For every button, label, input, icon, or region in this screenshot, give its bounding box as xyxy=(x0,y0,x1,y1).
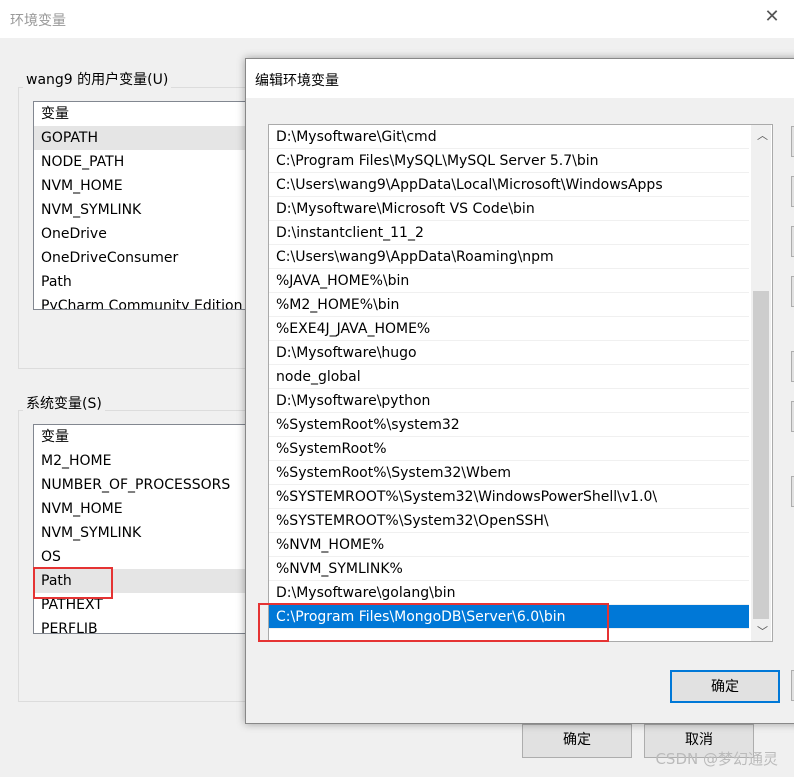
list-item[interactable]: D:\instantclient_11_2 xyxy=(269,221,749,245)
list-item[interactable]: node_global xyxy=(269,365,749,389)
list-item[interactable]: D:\Mysoftware\Git\cmd xyxy=(269,125,749,149)
scroll-down-icon[interactable]: ﹀ xyxy=(757,623,768,639)
list-item[interactable]: %SystemRoot%\system32 xyxy=(269,413,749,437)
path-list[interactable]: D:\Mysoftware\Git\cmd C:\Program Files\My… xyxy=(268,124,773,642)
list-item[interactable]: C:\Users\wang9\AppData\Roaming\npm xyxy=(269,245,749,269)
system-vars-label: 系统变量(S) xyxy=(23,393,105,413)
list-item[interactable]: %NVM_HOME% xyxy=(269,533,749,557)
highlight-box-mongodb xyxy=(258,603,609,642)
list-item[interactable]: %JAVA_HOME%\bin xyxy=(269,269,749,293)
list-item[interactable]: D:\Mysoftware\hugo xyxy=(269,341,749,365)
list-item[interactable]: %M2_HOME%\bin xyxy=(269,293,749,317)
scroll-up-icon[interactable]: ︿ xyxy=(757,127,768,143)
list-item[interactable]: C:\Program Files\MySQL\MySQL Server 5.7\… xyxy=(269,149,749,173)
list-item[interactable]: %SystemRoot% xyxy=(269,437,749,461)
list-item[interactable]: C:\Users\wang9\AppData\Local\Microsoft\W… xyxy=(269,173,749,197)
highlight-box-path xyxy=(33,567,113,599)
list-item[interactable]: %NVM_SYMLINK% xyxy=(269,557,749,581)
edit-dialog-title: 编辑环境变量 xyxy=(255,73,339,89)
list-item[interactable]: %SystemRoot%\System32\Wbem xyxy=(269,461,749,485)
scrollbar-thumb[interactable] xyxy=(753,291,769,619)
list-item[interactable]: %SYSTEMROOT%\System32\OpenSSH\ xyxy=(269,509,749,533)
edit-ok-button[interactable]: 确定 xyxy=(670,670,780,703)
list-item[interactable]: %EXE4J_JAVA_HOME% xyxy=(269,317,749,341)
close-icon[interactable]: ✕ xyxy=(762,6,782,30)
list-item[interactable]: D:\Mysoftware\Microsoft VS Code\bin xyxy=(269,197,749,221)
title-bar xyxy=(0,0,794,38)
edit-env-dialog: 编辑环境变量 D:\Mysoftware\Git\cmd C:\Program F… xyxy=(245,58,794,724)
list-item[interactable]: D:\Mysoftware\golang\bin xyxy=(269,581,749,605)
ok-button[interactable]: 确定 xyxy=(522,724,632,758)
list-item[interactable]: %SYSTEMROOT%\System32\WindowsPowerShell\… xyxy=(269,485,749,509)
user-vars-label: wang9 的用户变量(U) xyxy=(23,69,172,89)
watermark: CSDN @梦幻通灵 xyxy=(655,750,778,768)
list-item[interactable]: D:\Mysoftware\python xyxy=(269,389,749,413)
scrollbar[interactable]: ︿ ﹀ xyxy=(751,125,771,641)
window-title: 环境变量 xyxy=(10,13,66,29)
